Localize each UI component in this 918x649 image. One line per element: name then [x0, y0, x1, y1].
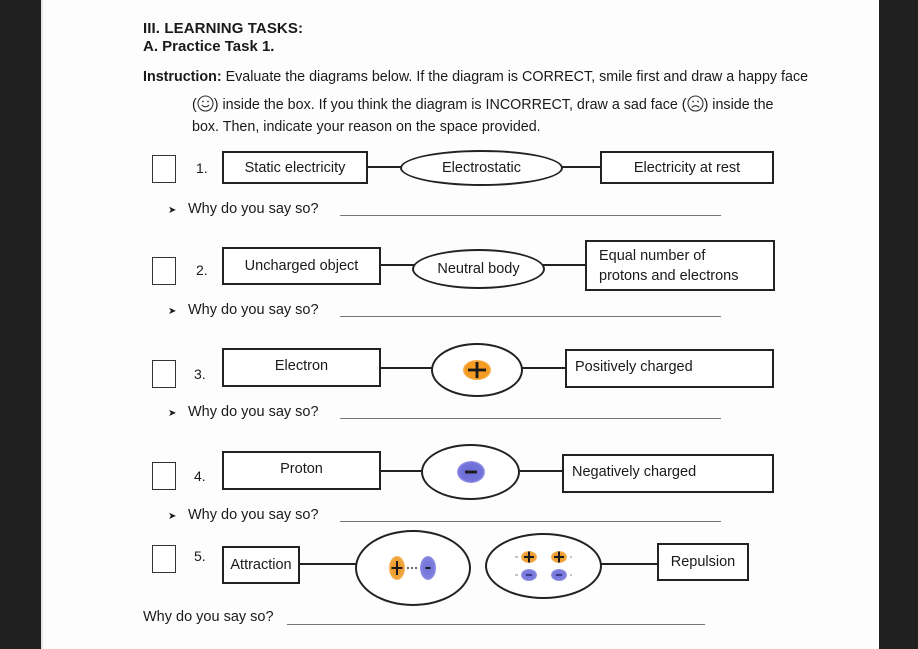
- arrow-bullet-icon: ➤: [168, 408, 177, 419]
- item-1-middle-label: Electrostatic: [442, 160, 521, 176]
- item-1-left-box: Static electricity: [222, 151, 368, 184]
- item-5-right-label: Repulsion: [670, 554, 736, 570]
- instruction-line-3: box. Then, indicate your reason on the s…: [192, 119, 541, 135]
- connector-line: [379, 470, 423, 472]
- why-label: Why do you say so?: [188, 302, 319, 318]
- why-prompt-3: ➤ Why do you say so?: [168, 404, 319, 420]
- answer-line-5[interactable]: [287, 624, 705, 625]
- answer-box-1[interactable]: [152, 155, 176, 183]
- item-number-1: 1.: [196, 160, 208, 176]
- item-2-right-box: Equal number of protons and electrons: [585, 240, 775, 291]
- why-label: Why do you say so?: [188, 404, 319, 420]
- answer-box-3[interactable]: [152, 360, 176, 388]
- connector-line: [521, 367, 567, 369]
- item-3-left-box: Electron: [222, 348, 381, 387]
- connector-line: [298, 563, 357, 565]
- connector-line: [518, 470, 564, 472]
- why-label: Why do you say so?: [143, 609, 274, 625]
- item-1-left-label: Static electricity: [244, 159, 346, 176]
- task-heading: A. Practice Task 1.: [143, 38, 275, 55]
- arrow-bullet-icon: ➤: [168, 511, 177, 522]
- why-prompt-2: ➤ Why do you say so?: [168, 302, 319, 318]
- connector-line: [543, 264, 587, 266]
- connector-line: [379, 367, 433, 369]
- item-number-3: 3.: [194, 366, 206, 382]
- answer-box-5[interactable]: [152, 545, 176, 573]
- why-label: Why do you say so?: [188, 507, 319, 523]
- item-4-right-label: Negatively charged: [572, 464, 697, 480]
- section-heading: III. LEARNING TASKS:: [143, 20, 304, 37]
- item-3-right-box: Positively charged: [565, 349, 774, 388]
- instruction-label: Instruction:: [143, 69, 222, 85]
- arrow-bullet-icon: ➤: [168, 306, 177, 317]
- item-number-2: 2.: [196, 262, 208, 278]
- connector-line: [600, 563, 659, 565]
- item-4-middle-ellipse: [421, 444, 520, 500]
- item-number-5: 5.: [194, 548, 206, 564]
- why-label: Why do you say so?: [188, 201, 319, 217]
- answer-line-3[interactable]: [340, 418, 721, 419]
- item-1-middle-ellipse: Electrostatic: [400, 150, 563, 186]
- connector-line: [379, 264, 414, 266]
- why-prompt-1: ➤ Why do you say so?: [168, 201, 319, 217]
- positive-charge-icon: [463, 360, 491, 380]
- sad-face-icon: [687, 95, 704, 119]
- item-2-left-label: Uncharged object: [244, 258, 359, 274]
- item-4-right-box: Negatively charged: [562, 454, 774, 493]
- instruction-text-1: Evaluate the diagrams below. If the diag…: [221, 69, 809, 85]
- item-3-right-label: Positively charged: [575, 359, 693, 375]
- item-3-middle-ellipse: [431, 343, 523, 397]
- item-5-repulsion-ellipse: [485, 533, 602, 599]
- item-4-left-box: Proton: [222, 451, 381, 490]
- answer-line-2[interactable]: [340, 316, 721, 317]
- instruction-text-3: ) inside the: [703, 97, 774, 113]
- answer-line-4[interactable]: [340, 521, 721, 522]
- instruction-text-2: ) inside the box. If you think the diagr…: [213, 97, 687, 113]
- item-1-right-box: Electricity at rest: [600, 151, 774, 184]
- item-2-right-label-2: protons and electrons: [599, 267, 739, 284]
- item-5-left-box: Attraction: [222, 546, 300, 584]
- item-number-4: 4.: [194, 468, 206, 484]
- item-2-middle-ellipse: Neutral body: [412, 249, 545, 289]
- attraction-charges-icon: [389, 556, 436, 580]
- item-2-right-label-1: Equal number of: [599, 247, 706, 264]
- connector-line: [561, 166, 603, 168]
- item-5-left-label: Attraction: [230, 557, 292, 573]
- item-3-left-label: Electron: [274, 358, 329, 374]
- item-5-right-box: Repulsion: [657, 543, 749, 581]
- item-4-left-label: Proton: [280, 461, 323, 477]
- item-2-middle-label: Neutral body: [437, 261, 520, 277]
- item-5-attraction-ellipse: [355, 530, 471, 606]
- arrow-bullet-icon: ➤: [168, 205, 177, 216]
- answer-box-2[interactable]: [152, 257, 176, 285]
- repulsion-charges-icon: [514, 551, 572, 581]
- negative-charge-icon: [456, 461, 485, 483]
- item-2-left-box: Uncharged object: [222, 247, 381, 285]
- connector-line: [366, 166, 402, 168]
- instruction-line-1: Instruction: Evaluate the diagrams below…: [143, 66, 808, 88]
- why-prompt-5: Why do you say so?: [143, 609, 274, 625]
- answer-line-1[interactable]: [340, 215, 721, 216]
- why-prompt-4: ➤ Why do you say so?: [168, 507, 319, 523]
- answer-box-4[interactable]: [152, 462, 176, 490]
- item-1-right-label: Electricity at rest: [633, 159, 741, 176]
